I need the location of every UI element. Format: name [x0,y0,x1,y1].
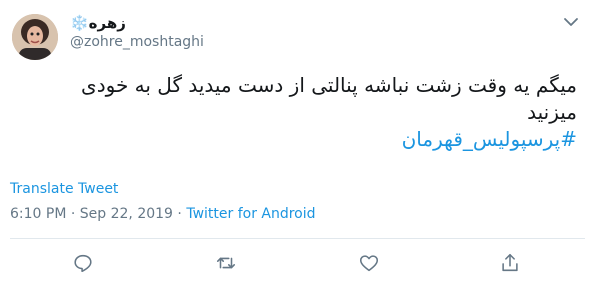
tweet-time[interactable]: 6:10 PM [10,206,66,222]
heart-icon[interactable] [358,252,380,274]
reply-icon[interactable] [72,252,94,274]
meta-separator: · [70,206,76,222]
tweet-date[interactable]: Sep 22, 2019 [80,206,173,222]
tweet-text-line: میگم یه وقت زشت نباشه پنالتی از دست میدی… [81,73,577,97]
tweet-text: میگم یه وقت زشت نباشه پنالتی از دست میدی… [17,72,577,153]
tweet-text-line: میزنید [527,100,577,124]
tweet-card: زهره❄️ @zohre_moshtaghi میگم یه وقت زشت … [0,0,595,288]
tweet-source-link[interactable]: Twitter for Android [186,206,315,222]
meta-separator: · [177,206,182,222]
hashtag-link[interactable]: #پرسپولیس_قهرمان [17,126,577,153]
share-icon[interactable] [499,252,521,274]
user-handle[interactable]: @zohre_moshtaghi [70,34,204,50]
chevron-down-icon[interactable] [561,12,581,32]
avatar-image [12,14,58,60]
retweet-icon[interactable] [215,252,237,274]
display-name[interactable]: زهره❄️ [70,14,126,32]
tweet-meta: 6:10 PM · Sep 22, 2019 · Twitter for And… [10,206,316,222]
divider [10,238,585,239]
avatar[interactable] [12,14,58,60]
translate-tweet-link[interactable]: Translate Tweet [10,181,118,197]
